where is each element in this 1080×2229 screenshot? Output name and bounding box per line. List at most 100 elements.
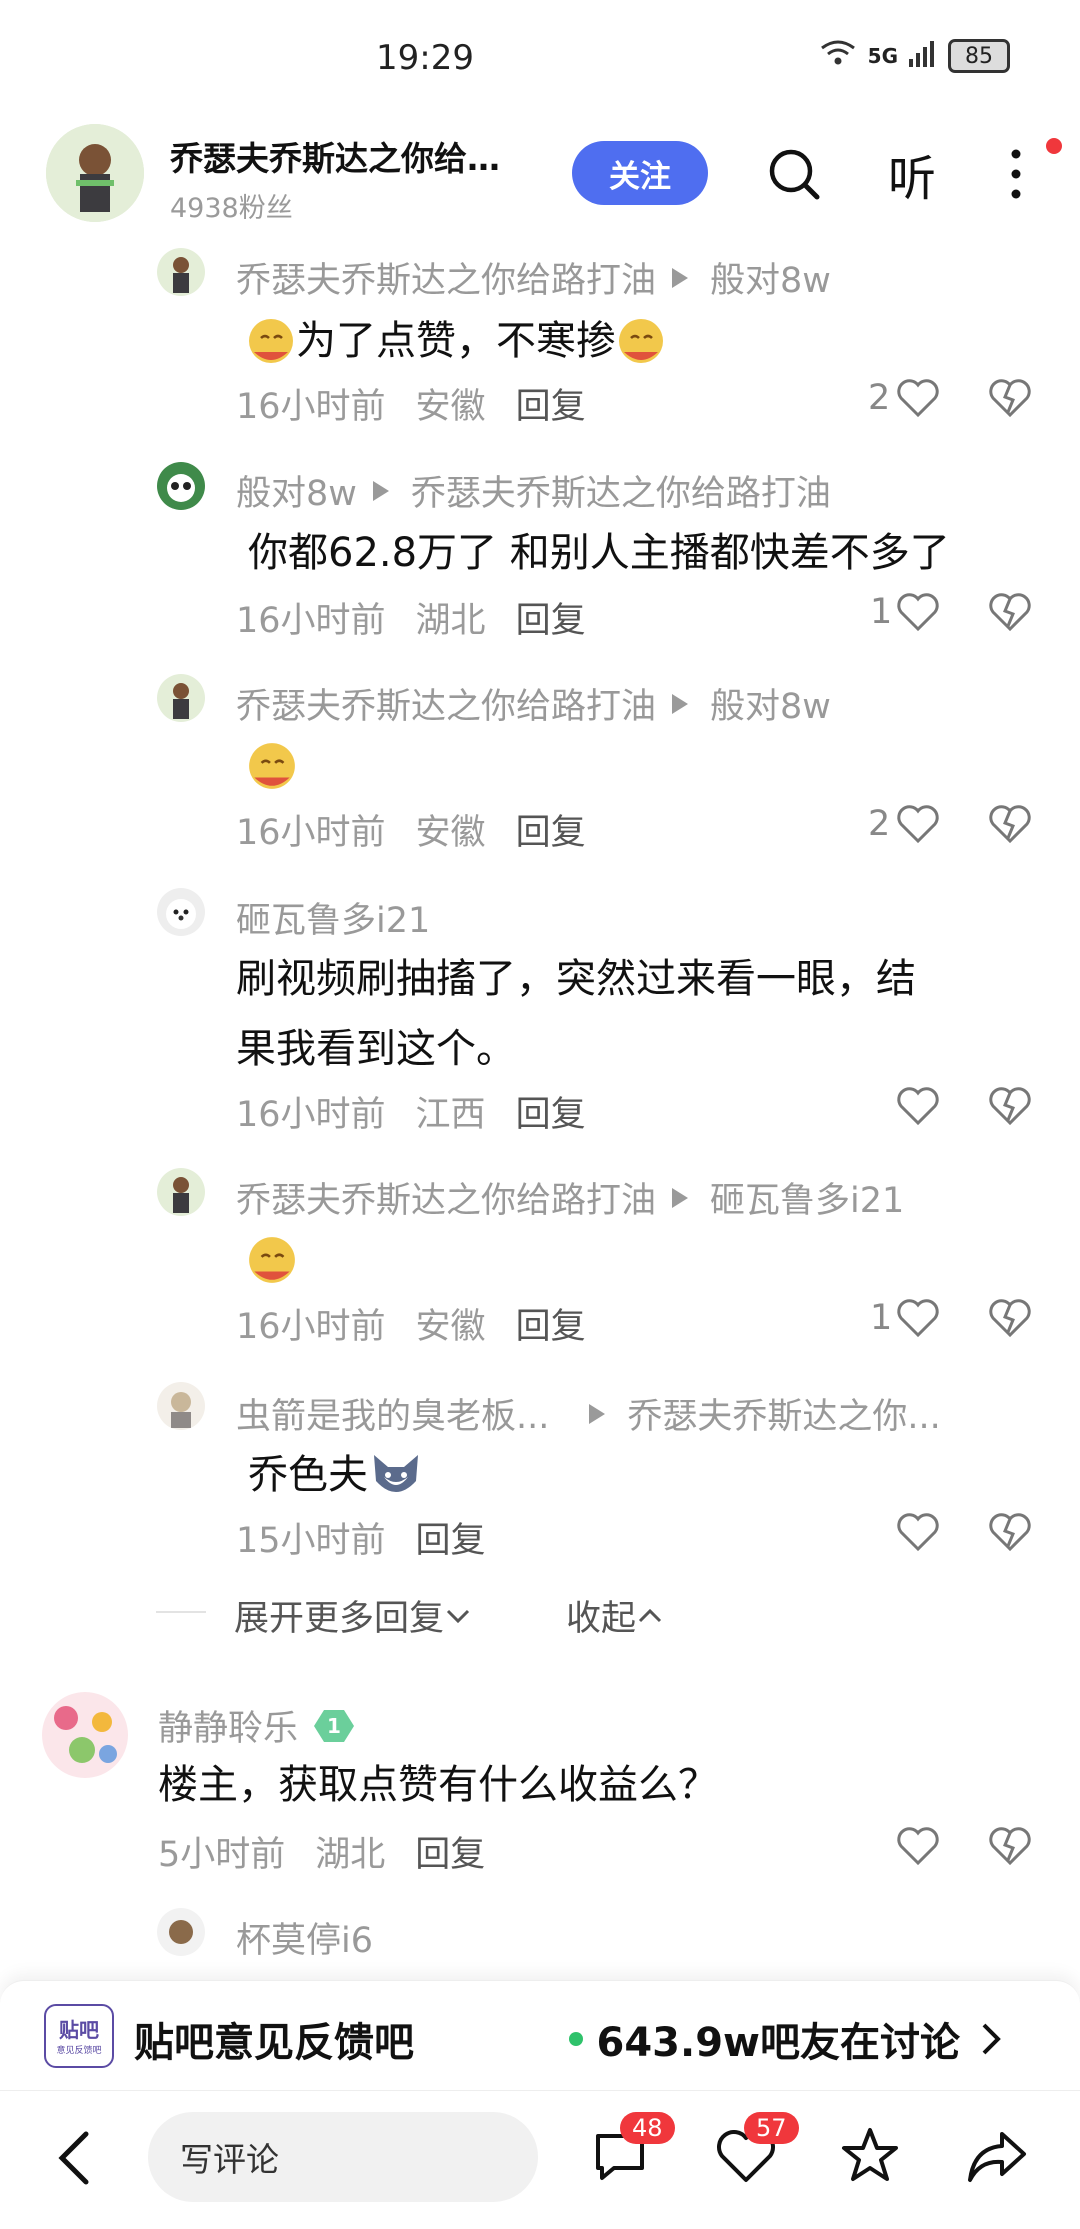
reply-target[interactable]: 砸瓦鲁多i21: [710, 1172, 904, 1223]
dislike-icon[interactable]: [988, 1826, 1032, 1866]
reply-button[interactable]: 回复: [516, 804, 586, 855]
comment-location: 湖北: [415, 601, 486, 641]
comment-time: 16小时前: [236, 601, 386, 641]
notification-dot: [1046, 138, 1062, 154]
author-name[interactable]: 乔瑟夫乔斯达之你给…: [170, 132, 540, 180]
sticker-emoji-icon: [616, 316, 666, 366]
comment-text: 你都62.8万了 和别人主播都快差不多了: [248, 530, 950, 576]
search-icon[interactable]: [762, 142, 826, 206]
avatar[interactable]: [42, 1692, 128, 1778]
dislike-icon[interactable]: [988, 1512, 1032, 1552]
back-icon[interactable]: [50, 2128, 100, 2192]
comment-meta: 16小时前 江西 回复: [236, 1086, 616, 1137]
heart-icon[interactable]: [896, 804, 940, 844]
signal-icon: [908, 39, 938, 73]
online-dot: [568, 2032, 583, 2046]
avatar[interactable]: [157, 1382, 205, 1430]
reply-button[interactable]: 回复: [415, 1826, 485, 1877]
heart-icon[interactable]: [896, 378, 940, 418]
forum-logo-sub: 意见反馈吧: [56, 2046, 102, 2056]
reply-button[interactable]: 回复: [516, 1298, 586, 1349]
forum-logo[interactable]: 贴吧 意见反馈吧: [44, 2004, 114, 2068]
dislike-icon[interactable]: [988, 1298, 1032, 1338]
comment-author[interactable]: 杯莫停i6: [236, 1912, 373, 1963]
more-vertical-icon[interactable]: [986, 142, 1046, 206]
avatar[interactable]: [157, 1168, 205, 1216]
comment-author[interactable]: 乔瑟夫乔斯达之你给路打油: [236, 1172, 656, 1223]
reply-arrow-icon: [372, 480, 389, 501]
collapse-label: 收起: [566, 1599, 637, 1639]
level-badge: 1: [312, 1708, 356, 1744]
avatar[interactable]: [157, 462, 205, 510]
dislike-icon[interactable]: [988, 592, 1032, 632]
comment-meta: 16小时前 安徽 回复: [236, 1298, 616, 1349]
comment-text: 为了点赞，不寒掺: [296, 318, 616, 364]
like-count: 1: [870, 592, 893, 632]
sticker-emoji-icon: [246, 1234, 298, 1290]
reply-arrow-icon: [672, 693, 689, 714]
comment-author[interactable]: 乔瑟夫乔斯达之你给路打油: [236, 252, 656, 303]
heart-icon[interactable]: [896, 1826, 940, 1866]
comment-time: 16小时前: [236, 1307, 386, 1347]
dislike-icon[interactable]: [988, 1086, 1032, 1126]
chevron-up-icon: [638, 1608, 662, 1622]
reply-button[interactable]: 回复: [416, 1512, 486, 1563]
comment-meta: 5小时前 湖北 回复: [158, 1826, 515, 1877]
like-count: 2: [868, 378, 891, 418]
comment-author[interactable]: 虫箭是我的臭老板...: [236, 1388, 549, 1439]
comment-location: 安徽: [415, 387, 486, 427]
comment-author[interactable]: 般对8w: [236, 465, 357, 516]
comment-time: 15小时前: [236, 1521, 386, 1561]
comment-location: 安徽: [415, 813, 486, 853]
reply-target[interactable]: 般对8w: [710, 252, 831, 303]
reply-target[interactable]: 乔瑟夫乔斯达之你给路打油: [411, 465, 831, 516]
comment-meta: 16小时前 安徽 回复: [236, 804, 616, 855]
reply-button[interactable]: 回复: [516, 378, 586, 429]
comment-text-line1: 刷视频刷抽搐了，突然过来看一眼，结: [236, 956, 916, 1002]
reply-button[interactable]: 回复: [516, 592, 586, 643]
heart-icon[interactable]: [896, 1512, 940, 1552]
signal-label: 5G: [867, 44, 898, 68]
avatar[interactable]: [157, 888, 205, 936]
forum-online[interactable]: 643.9w吧友在讨论: [568, 2010, 1004, 2068]
comment-text: 楼主，获取点赞有什么收益么？: [158, 1762, 718, 1808]
reply-button[interactable]: 回复: [516, 1086, 586, 1137]
sticker-emoji-icon: [246, 316, 296, 366]
comment-time: 16小时前: [236, 1095, 386, 1135]
like-count: 1: [870, 1298, 893, 1338]
avatar[interactable]: [157, 1908, 205, 1956]
comment-input[interactable]: 写评论: [148, 2112, 538, 2202]
wolf-emoji-icon: [368, 1447, 424, 1503]
listen-button[interactable]: 听: [880, 142, 944, 207]
forum-logo-text: 贴吧: [59, 2018, 99, 2042]
forum-name[interactable]: 贴吧意见反馈吧: [134, 2010, 414, 2068]
share-icon[interactable]: [966, 2128, 1028, 2188]
star-icon[interactable]: [840, 2126, 900, 2188]
heart-icon[interactable]: [896, 1298, 940, 1338]
author-avatar[interactable]: [46, 124, 144, 222]
comment-author[interactable]: 砸瓦鲁多i21: [236, 892, 430, 943]
comment-author[interactable]: 静静聆乐: [158, 1700, 298, 1751]
avatar[interactable]: [157, 248, 205, 296]
reply-target[interactable]: 乔瑟夫乔斯达之你...: [627, 1388, 940, 1439]
heart-icon[interactable]: [896, 592, 940, 632]
avatar[interactable]: [157, 674, 205, 722]
forum-online-text: 643.9w吧友在讨论: [596, 2020, 960, 2066]
expand-more-replies-button[interactable]: 展开更多回复: [234, 1590, 472, 1641]
dislike-icon[interactable]: [988, 378, 1032, 418]
fans-count: 4938粉丝: [170, 193, 293, 224]
chevron-right-icon: [982, 2023, 1001, 2055]
reply-target[interactable]: 般对8w: [710, 678, 831, 729]
comment-meta: 16小时前 安徽 回复: [236, 378, 616, 429]
reply-names: 乔瑟夫乔斯达之你给路打油 般对8w: [236, 252, 831, 303]
reply-names: 乔瑟夫乔斯达之你给路打油 砸瓦鲁多i21: [236, 1172, 904, 1223]
dislike-icon[interactable]: [988, 804, 1032, 844]
collapse-replies-button[interactable]: 收起: [566, 1590, 664, 1641]
comment-time: 5小时前: [158, 1835, 286, 1875]
comment-text: 乔色夫: [248, 1452, 368, 1498]
comment-time: 16小时前: [236, 813, 386, 853]
wifi-icon: [818, 38, 858, 74]
heart-icon[interactable]: [896, 1086, 940, 1126]
follow-button[interactable]: 关注: [572, 141, 708, 205]
comment-author[interactable]: 乔瑟夫乔斯达之你给路打油: [236, 678, 656, 729]
